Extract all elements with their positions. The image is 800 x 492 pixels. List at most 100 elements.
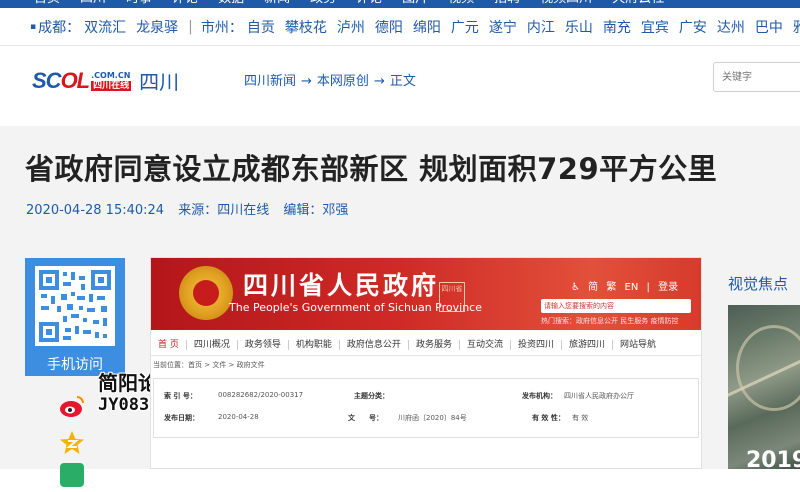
seal-icon: 四川省: [439, 282, 465, 312]
site-header: SCOL .COM.CN 四川在线 四川 四川新闻 → 本网原创 → 正文: [0, 46, 800, 126]
article-meta: 2020-04-28 15:40:24 来源：四川在线 编辑：邓强: [26, 199, 358, 218]
city-link[interactable]: 内江: [527, 20, 555, 36]
visual-focus-image[interactable]: [728, 305, 800, 469]
doc-date-value: 2020-04-28: [218, 413, 259, 421]
wechat-icon[interactable]: [59, 462, 85, 488]
logo-mark: SCOL: [32, 67, 90, 93]
city-link[interactable]: 遂宁: [489, 20, 517, 36]
gov-nav: 首 页四川概况 政务领导 机构职能 政府信息公开 政务服务 互动交流 投资四川 旅游四川 网站导…: [151, 334, 701, 356]
gov-hot-search: 热门搜索：政府信息公开 民生服务 疫情防控: [541, 317, 679, 325]
article-editor: 编辑：邓强: [283, 203, 349, 218]
gov-tool-traditional[interactable]: 繁: [606, 282, 616, 293]
qzone-icon[interactable]: [59, 430, 85, 456]
weibo-icon[interactable]: [59, 394, 85, 420]
city-link[interactable]: 乐山: [565, 20, 593, 36]
doc-publisher-value: 四川省人民政府办公厅: [564, 392, 634, 400]
city-link[interactable]: 宜宾: [641, 20, 669, 36]
gov-nav-item: 网站导航: [620, 339, 657, 350]
site-logo[interactable]: SCOL .COM.CN 四川在线 四川: [32, 66, 179, 95]
top-nav-item[interactable]: 招聘: [494, 0, 520, 6]
national-emblem-icon: [179, 266, 233, 320]
gov-banner: 四川省人民政府 The People's Government of Sichu…: [151, 258, 701, 330]
doc-id-label: 索 引 号：: [164, 392, 197, 400]
top-nav-item[interactable]: 四川: [80, 0, 106, 6]
divider: |: [188, 18, 193, 35]
gov-nav-item: 政务领导: [238, 339, 289, 350]
gov-nav-item: 政府信息公开: [340, 339, 409, 350]
gov-search-input: 请输入您要搜索的内容: [541, 299, 691, 313]
city-link[interactable]: 南充: [603, 20, 631, 36]
city-link[interactable]: 德阳: [375, 20, 403, 36]
chengdu-label: 成都：: [38, 19, 81, 36]
gov-breadcrumb: 当前位置：首页 > 文件 > 政府文件: [153, 361, 265, 369]
city-link-longquanyi[interactable]: 龙泉驿: [136, 17, 178, 37]
top-nav-item[interactable]: 图片: [402, 0, 428, 6]
top-nav-strip: 首页 四川 时事 评论 数据 新闻 政务 评论 图片 视频 招聘 视频四川 天府云社: [0, 0, 800, 8]
doc-info-table: 索 引 号： 008282682/2020-00317 主题分类： 发布机构： …: [153, 378, 699, 438]
top-nav-item[interactable]: 首页: [34, 0, 60, 6]
doc-number-label: 文 号：: [348, 414, 383, 422]
article-datetime: 2020-04-28 15:40:24: [26, 203, 165, 218]
city-link[interactable]: 达州: [717, 20, 745, 36]
gov-nav-item: 机构职能: [289, 339, 340, 350]
visual-focus-caption: 2019: [746, 448, 800, 473]
city-link[interactable]: 巴中: [755, 20, 783, 36]
top-nav-item[interactable]: 新闻: [264, 0, 290, 6]
top-nav-item[interactable]: 政务: [310, 0, 336, 6]
breadcrumb: 四川新闻 → 本网原创 → 正文: [244, 70, 416, 89]
city-bar: ▪ 成都： 双流汇 龙泉驿 | 市州： 自贡 攀枝花 泸州 德阳 绵阳 广元 遂宁 内江 乐山南…: [0, 8, 800, 46]
search-input[interactable]: [713, 62, 800, 92]
top-nav-item[interactable]: 评论: [172, 0, 198, 6]
gov-tools: ♿ 简 繁 EN | 登录: [571, 278, 683, 293]
top-nav-item[interactable]: 天府云社: [612, 0, 664, 6]
city-link-shuangliu[interactable]: 双流汇: [84, 17, 126, 37]
visual-focus-heading: 视觉焦点: [728, 275, 789, 293]
gov-tool-simplified[interactable]: 简: [588, 282, 598, 293]
city-list: 自贡攀枝花泸州德阳绵阳广元遂宁内江乐山南充宜宾广安达州巴中雅安眉山: [247, 17, 800, 37]
doc-id-value: 008282682/2020-00317: [218, 391, 304, 399]
article-title: 省政府同意设立成都东部新区 规划面积729平方公里: [25, 152, 718, 186]
article-source: 来源：四川在线: [178, 203, 270, 218]
bullet-icon: ▪: [30, 21, 37, 32]
gov-nav-item: 投资四川: [511, 339, 562, 350]
gov-tool-login[interactable]: 登录: [658, 282, 678, 293]
gov-nav-item: 政务服务: [409, 339, 460, 350]
gov-nav-item: 互动交流: [460, 339, 511, 350]
embedded-document-image: 四川省人民政府 The People's Government of Sichu…: [150, 257, 702, 469]
top-nav-item[interactable]: 时事: [126, 0, 152, 6]
breadcrumb-item-original[interactable]: 本网原创: [317, 74, 369, 89]
doc-valid-label: 有 效 性：: [532, 414, 565, 422]
breadcrumb-item-body: 正文: [389, 74, 416, 89]
gov-nav-item: 旅游四川: [562, 339, 613, 350]
city-link[interactable]: 攀枝花: [285, 20, 327, 36]
city-link[interactable]: 绵阳: [413, 20, 441, 36]
logo-region: 四川: [139, 70, 180, 94]
chevron-right-icon: →: [301, 74, 312, 89]
gov-tool-en[interactable]: EN: [625, 282, 639, 293]
doc-topic-label: 主题分类：: [354, 392, 389, 400]
top-nav-item[interactable]: 视频: [448, 0, 474, 6]
top-nav-item[interactable]: 视频四川: [540, 0, 592, 6]
doc-date-label: 发布日期：: [164, 414, 199, 422]
gov-tool-sep: |: [646, 282, 650, 293]
mobile-qr-box[interactable]: 手机访问: [25, 258, 125, 376]
city-link[interactable]: 广元: [451, 20, 479, 36]
city-link[interactable]: 雅安: [793, 20, 800, 36]
doc-publisher-label: 发布机构：: [522, 392, 557, 400]
doc-valid-value: 有 效: [572, 414, 589, 422]
logo-sub: .COM.CN 四川在线: [91, 70, 132, 91]
top-nav-item[interactable]: 数据: [218, 0, 244, 6]
qr-code-icon: [35, 266, 115, 346]
breadcrumb-item-news[interactable]: 四川新闻: [244, 74, 296, 89]
gov-nav-item: 四川概况: [187, 339, 238, 350]
doc-number-value: 川府函〔2020〕84号: [398, 414, 467, 422]
gov-nav-item: 首 页: [151, 339, 187, 350]
accessibility-icon[interactable]: ♿: [571, 282, 580, 293]
top-nav-item[interactable]: 评论: [356, 0, 382, 6]
city-label: 市州：: [200, 19, 243, 36]
gov-name: 四川省人民政府: [243, 271, 440, 300]
chevron-right-icon: →: [373, 74, 385, 89]
city-link[interactable]: 自贡: [247, 20, 275, 36]
city-link[interactable]: 泸州: [337, 20, 365, 36]
city-link[interactable]: 广安: [679, 20, 707, 36]
